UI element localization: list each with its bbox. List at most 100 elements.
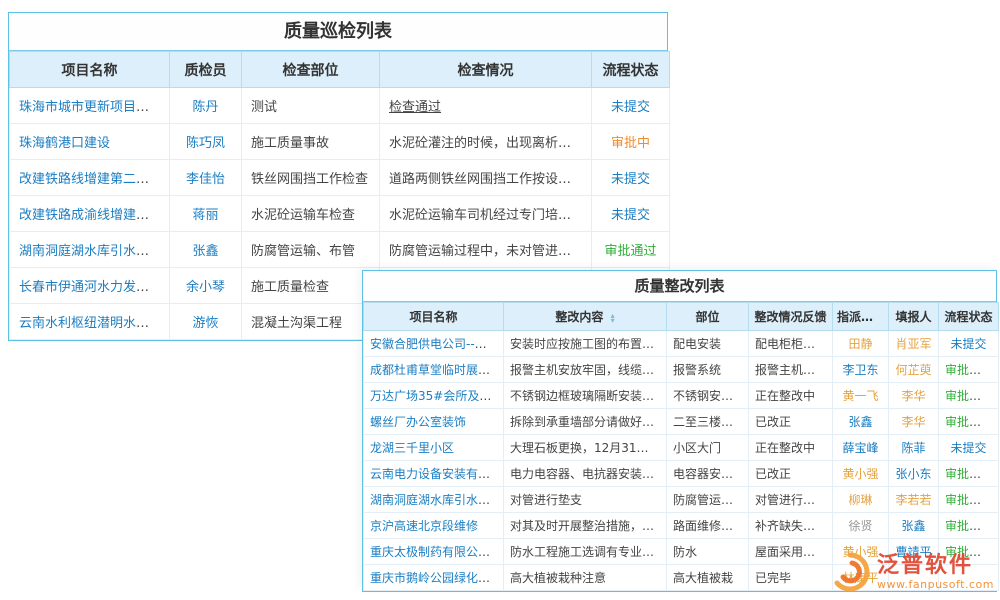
rectification-table-row[interactable]: 龙湖三千里小区 大理石板更换，12月31日之... 小区大门 正在整改中 薛宝峰… xyxy=(364,435,999,461)
inspect-detail-cell: 水泥砼灌注的时候，出现离析现象 xyxy=(380,124,592,160)
col-rect-content-label: 整改内容 xyxy=(555,310,603,324)
rectification-table-row[interactable]: 湖南洞庭湖水库引水工程施工标 对管进行垫支 防腐管运输... 对管进行垫支 柳琳… xyxy=(364,487,999,513)
inspection-table-row[interactable]: 改建铁路成渝线增建第... 蒋丽 水泥砼运输车检查 水泥砼运输车司机经过专门培训… xyxy=(10,196,670,232)
col-rect-assignee: 指派人员 xyxy=(833,303,889,331)
rectification-table-row[interactable]: 螺丝厂办公室装饰 拆除到承重墙部分请做好加固... 二至三楼混... 已改正 张… xyxy=(364,409,999,435)
rectification-table: 项目名称 整改内容 ▴ ▾ 部位 整改情况反馈 指派人员 填报人 流程状态 xyxy=(363,302,999,591)
rect-part-cell: 高大植被栽 xyxy=(667,565,749,591)
inspector-link[interactable]: 张鑫 xyxy=(192,244,218,259)
inspect-part-cell: 铁丝网围挡工作检查 xyxy=(242,160,380,196)
rect-content-cell: 电力电容器、电抗器安装方案... xyxy=(504,461,667,487)
col-rect-project: 项目名称 xyxy=(364,303,504,331)
inspector-link[interactable]: 游恢 xyxy=(192,316,218,331)
inspection-table-row[interactable]: 珠海鹤港口建设 陈巧凤 施工质量事故 水泥砼灌注的时候，出现离析现象 审批中 xyxy=(10,124,670,160)
rect-content-cell: 报警主机安放牢固，线缆连接... xyxy=(504,357,667,383)
reporter-link[interactable]: 何芷萸 xyxy=(895,363,931,377)
inspection-table-row[interactable]: 珠海市城市更新项目紫... 陈丹 测试 检查通过 未提交 xyxy=(10,88,670,124)
status-text: 未提交 xyxy=(950,337,986,351)
project-name-link[interactable]: 重庆市鹅岭公园绿化景观提升... xyxy=(370,571,504,585)
rectification-table-row[interactable]: 京沪高速北京段维修 对其及时开展整治措施，桥头... 路面维修检... 补齐缺失… xyxy=(364,513,999,539)
project-name-link[interactable]: 改建铁路成渝线增建第... xyxy=(19,208,161,223)
rect-feedback-cell: 正在整改中 xyxy=(749,383,833,409)
watermark-text: 泛普软件 www.fanpusoft.com xyxy=(877,554,994,591)
rectification-table-row[interactable]: 安徽合肥供电公司--配电设备... 安装时应按施工图的布置，将... 配电安装 … xyxy=(364,331,999,357)
assignee-link[interactable]: 徐贤 xyxy=(848,519,872,533)
assignee-link[interactable]: 田静 xyxy=(848,337,872,351)
status-text: 未提交 xyxy=(950,441,986,455)
inspect-detail-cell: 防腐管运输过程中，未对管进行... xyxy=(380,232,592,268)
inspector-link[interactable]: 蒋丽 xyxy=(192,208,218,223)
project-name-link[interactable]: 珠海市城市更新项目紫... xyxy=(19,100,161,115)
assignee-link[interactable]: 黄一飞 xyxy=(842,389,878,403)
project-name-link[interactable]: 京沪高速北京段维修 xyxy=(370,519,478,533)
col-rect-reporter: 填报人 xyxy=(889,303,939,331)
project-name-link[interactable]: 长春市伊通河水力发电... xyxy=(19,280,161,295)
project-name-link[interactable]: 湖南洞庭湖水库引水工程施工标 xyxy=(370,493,504,507)
rect-content-cell: 高大植被栽种注意 xyxy=(504,565,667,591)
project-name-link[interactable]: 云南电力设备安装有限公司20... xyxy=(370,467,504,481)
project-name-link[interactable]: 安徽合肥供电公司--配电设备... xyxy=(370,337,504,351)
project-name-link[interactable]: 龙湖三千里小区 xyxy=(370,441,454,455)
rect-content-cell: 对其及时开展整治措施，桥头... xyxy=(504,513,667,539)
assignee-link[interactable]: 黄小强 xyxy=(842,467,878,481)
col-rect-feedback: 整改情况反馈 xyxy=(749,303,833,331)
fanpu-logo-icon xyxy=(830,552,870,592)
sort-icon[interactable]: ▴ ▾ xyxy=(611,313,615,323)
inspection-header-row: 项目名称 质检员 检查部位 检查情况 流程状态 xyxy=(10,52,670,88)
assignee-link[interactable]: 薛宝峰 xyxy=(842,441,878,455)
reporter-link[interactable]: 张小东 xyxy=(895,467,931,481)
inspector-link[interactable]: 陈丹 xyxy=(192,100,218,115)
assignee-link[interactable]: 张鑫 xyxy=(848,415,872,429)
project-name-link[interactable]: 螺丝厂办公室装饰 xyxy=(370,415,466,429)
status-text: 审批通过 xyxy=(945,389,993,403)
rect-feedback-cell: 屋面采用聚氨... xyxy=(749,539,833,565)
inspect-part-cell: 施工质量检查 xyxy=(242,268,380,304)
project-name-link[interactable]: 成都杜甫草堂临时展厅独立展... xyxy=(370,363,504,377)
rectification-table-row[interactable]: 成都杜甫草堂临时展厅独立展... 报警主机安放牢固，线缆连接... 报警系统 报… xyxy=(364,357,999,383)
reporter-link[interactable]: 李华 xyxy=(901,389,925,403)
col-rect-status: 流程状态 xyxy=(939,303,999,331)
reporter-link[interactable]: 肖亚军 xyxy=(895,337,931,351)
project-name-link[interactable]: 珠海鹤港口建设 xyxy=(19,136,110,151)
assignee-link[interactable]: 柳琳 xyxy=(848,493,872,507)
inspector-link[interactable]: 陈巧凤 xyxy=(186,136,225,151)
reporter-link[interactable]: 陈菲 xyxy=(901,441,925,455)
rect-part-cell: 防腐管运输... xyxy=(667,487,749,513)
assignee-link[interactable]: 李卫东 xyxy=(842,363,878,377)
rect-part-cell: 报警系统 xyxy=(667,357,749,383)
status-text: 审批通过 xyxy=(945,493,993,507)
inspect-detail-cell: 水泥砼运输车司机经过专门培训... xyxy=(380,196,592,232)
inspection-table-row[interactable]: 改建铁路线增建第二线... 李佳怡 铁丝网围挡工作检查 道路两侧铁丝网围挡工作按… xyxy=(10,160,670,196)
col-rect-content[interactable]: 整改内容 ▴ ▾ xyxy=(504,303,667,331)
inspection-panel-title: 质量巡检列表 xyxy=(9,13,667,51)
rect-part-cell: 路面维修检... xyxy=(667,513,749,539)
rectification-table-row[interactable]: 云南电力设备安装有限公司20... 电力电容器、电抗器安装方案... 电容器安装… xyxy=(364,461,999,487)
inspect-part-cell: 混凝土沟渠工程 xyxy=(242,304,380,340)
rectification-table-row[interactable]: 万达广场35#会所及咖啡厅空... 不锈钢边框玻璃隔断安装不平... 不锈钢安装… xyxy=(364,383,999,409)
rect-feedback-cell: 已改正 xyxy=(749,461,833,487)
rect-feedback-cell: 补齐缺失标志... xyxy=(749,513,833,539)
sort-down-icon: ▾ xyxy=(611,318,615,323)
col-inspector: 质检员 xyxy=(170,52,242,88)
reporter-link[interactable]: 李华 xyxy=(901,415,925,429)
status-text: 审批通过 xyxy=(604,244,656,259)
col-project-name: 项目名称 xyxy=(10,52,170,88)
rect-feedback-cell: 已改正 xyxy=(749,409,833,435)
inspection-table-row[interactable]: 湖南洞庭湖水库引水工... 张鑫 防腐管运输、布管 防腐管运输过程中，未对管进行… xyxy=(10,232,670,268)
rect-part-cell: 配电安装 xyxy=(667,331,749,357)
col-inspect-status: 流程状态 xyxy=(592,52,670,88)
inspector-link[interactable]: 李佳怡 xyxy=(186,172,225,187)
rectification-header-row: 项目名称 整改内容 ▴ ▾ 部位 整改情况反馈 指派人员 填报人 流程状态 xyxy=(364,303,999,331)
inspector-link[interactable]: 余小琴 xyxy=(186,280,225,295)
watermark-brand: 泛普软件 xyxy=(877,554,994,578)
rect-content-cell: 对管进行垫支 xyxy=(504,487,667,513)
project-name-link[interactable]: 湖南洞庭湖水库引水工... xyxy=(19,244,161,259)
project-name-link[interactable]: 万达广场35#会所及咖啡厅空... xyxy=(370,389,504,403)
project-name-link[interactable]: 重庆太极制药有限公司亳州中... xyxy=(370,545,504,559)
project-name-link[interactable]: 改建铁路线增建第二线... xyxy=(19,172,161,187)
col-inspect-part: 检查部位 xyxy=(242,52,380,88)
reporter-link[interactable]: 张鑫 xyxy=(901,519,925,533)
project-name-link[interactable]: 云南水利枢纽潜明水库... xyxy=(19,316,161,331)
inspect-detail-cell: 道路两侧铁丝网围挡工作按设计... xyxy=(380,160,592,196)
reporter-link[interactable]: 李若若 xyxy=(895,493,931,507)
